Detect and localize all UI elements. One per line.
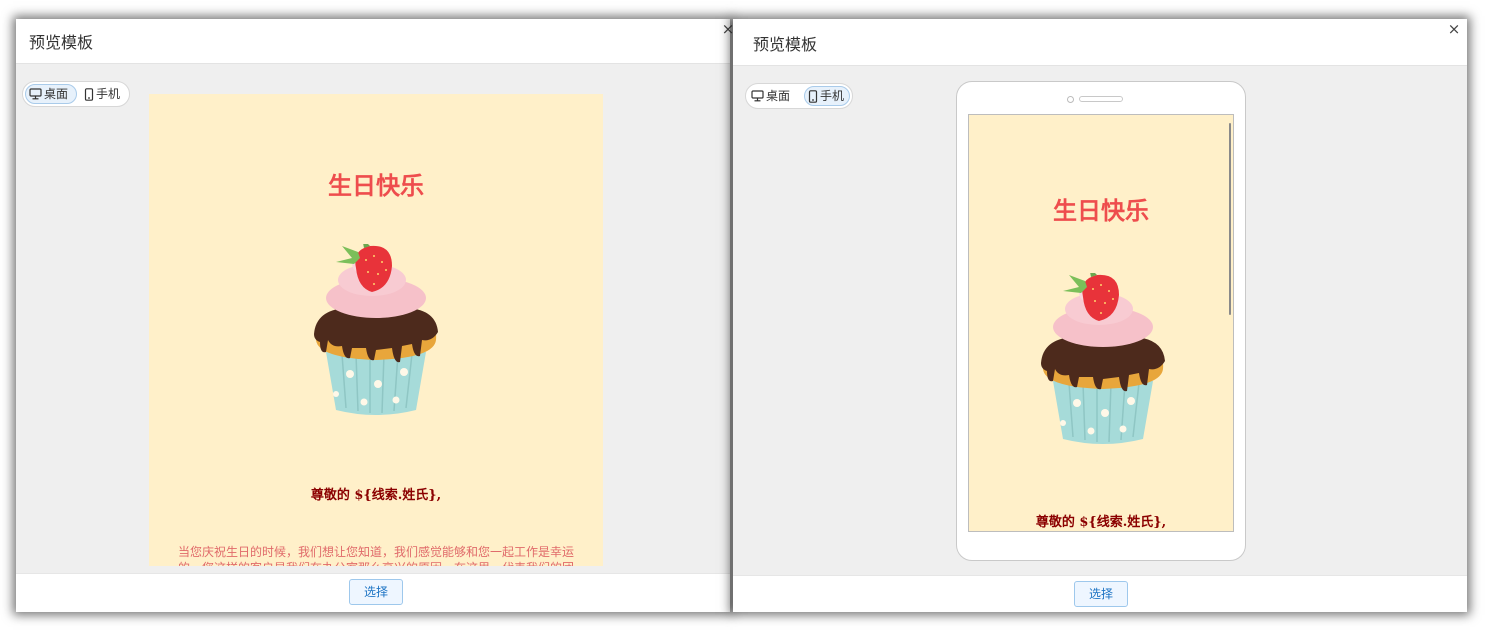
dialog-header: 预览模板 × <box>733 19 1467 66</box>
preview-area: 桌面 手机 生日快乐 <box>16 64 730 574</box>
dialog-footer: 选择 <box>16 573 730 612</box>
mobile-label: 手机 <box>96 87 121 101</box>
phone-icon <box>808 89 818 103</box>
scrollbar[interactable] <box>1229 123 1231 315</box>
preview-dialog-desktop: 预览模板 × 桌面 手机 生日快乐 尊敬的 ${线索.姓氏}, 当您庆祝生日的时… <box>16 19 734 612</box>
dialog-title: 预览模板 <box>753 35 818 54</box>
phone-screen[interactable]: 生日快乐 尊敬的 ${线索.姓氏}, <box>968 114 1234 532</box>
close-icon[interactable]: × <box>1447 22 1461 37</box>
phone-icon <box>84 87 94 101</box>
card-title: 生日快乐 <box>328 172 424 200</box>
view-toggle: 桌面 手机 <box>745 83 853 109</box>
phone-frame: 生日快乐 尊敬的 ${线索.姓氏}, <box>956 81 1246 561</box>
greeting-text: 尊敬的 ${线索.姓氏}, <box>310 488 442 503</box>
preview-dialog-mobile: 预览模板 × 桌面 手机 生日快乐 尊敬的 ${线索.姓氏}, 选择 <box>733 19 1467 612</box>
mobile-view-button[interactable]: 手机 <box>81 84 127 104</box>
phone-speaker-icon <box>1079 96 1123 102</box>
monitor-icon <box>751 90 764 102</box>
dialog-footer: 选择 <box>733 575 1467 612</box>
mobile-view-button[interactable]: 手机 <box>804 86 850 106</box>
preview-area: 桌面 手机 生日快乐 <box>733 66 1467 576</box>
view-toggle: 桌面 手机 <box>22 81 130 107</box>
cupcake-image <box>1041 273 1165 444</box>
desktop-view-button[interactable]: 桌面 <box>748 86 800 106</box>
phone-camera-icon <box>1067 96 1074 103</box>
select-button[interactable]: 选择 <box>349 579 403 605</box>
select-button[interactable]: 选择 <box>1074 581 1128 607</box>
cupcake-image <box>314 244 438 415</box>
desktop-view-button[interactable]: 桌面 <box>25 84 77 104</box>
dialog-title: 预览模板 <box>29 33 94 52</box>
body-paragraph: 当您庆祝生日的时候，我们想让您知道，我们感觉能够和您一起工作是幸运的。您这样的客… <box>177 545 574 566</box>
template-preview-card: 生日快乐 尊敬的 ${线索.姓氏}, 当您庆祝生日的时候，我们想让您知道，我们感… <box>149 94 603 566</box>
monitor-icon <box>29 88 42 100</box>
desktop-label: 桌面 <box>766 89 791 103</box>
desktop-label: 桌面 <box>44 87 69 101</box>
greeting-text: 尊敬的 ${线索.姓氏}, <box>1035 515 1167 530</box>
mobile-label: 手机 <box>820 89 845 103</box>
dialog-header: 预览模板 × <box>16 19 734 64</box>
card-title: 生日快乐 <box>1053 197 1149 225</box>
